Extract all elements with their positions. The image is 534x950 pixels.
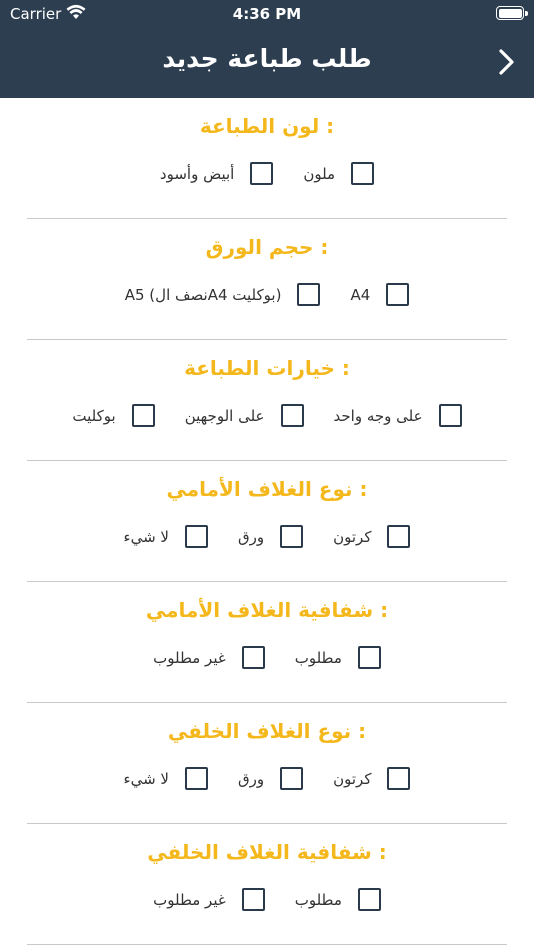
battery-icon	[496, 6, 528, 20]
section-back-cover-type: نوع الغلاف الخلفي : كرتون ورق لا شيء	[27, 703, 507, 824]
checkbox[interactable]	[280, 525, 304, 548]
section-back-cover-transparency: شفافية الغلاف الخلفي : مطلوب غير مطلوب	[27, 824, 507, 945]
option-not-required[interactable]: غير مطلوب	[153, 888, 265, 911]
checkbox[interactable]	[280, 404, 304, 427]
checkbox[interactable]	[387, 767, 411, 790]
option-label: غير مطلوب	[153, 648, 226, 667]
option-required[interactable]: مطلوب	[295, 646, 381, 669]
checkbox[interactable]	[280, 767, 304, 790]
option-label: كرتون	[333, 769, 372, 788]
option-none[interactable]: لا شيء	[124, 767, 208, 790]
option-label: على الوجهين	[184, 406, 265, 425]
section-front-cover-type: نوع الغلاف الأمامي : كرتون ورق لا شيء	[27, 461, 507, 582]
option-single-sided[interactable]: على وجه واحد	[334, 404, 462, 427]
option-a4[interactable]: A4	[350, 283, 410, 306]
section-title: شفافية الغلاف الخلفي :	[147, 840, 387, 864]
section-paper-size: حجم الورق : A4 A5 (نصف الA4 بوكليت)	[27, 219, 507, 340]
option-label: A4	[350, 285, 371, 304]
option-label: غير مطلوب	[153, 890, 226, 909]
section-title: حجم الورق :	[205, 235, 329, 259]
option-label: لا شيء	[123, 769, 169, 788]
status-time: 4:36 PM	[232, 5, 302, 23]
option-booklet[interactable]: بوكليت	[72, 404, 155, 427]
option-paper[interactable]: ورق	[237, 525, 304, 548]
status-bar: Carrier 4:36 PM	[0, 0, 534, 28]
option-label: أبيض وأسود	[159, 164, 235, 183]
section-title: خيارات الطباعة :	[184, 356, 350, 380]
option-double-sided[interactable]: على الوجهين	[185, 404, 304, 427]
option-black-white[interactable]: أبيض وأسود	[159, 162, 274, 185]
option-cardboard[interactable]: كرتون	[333, 525, 411, 548]
option-label: بوكليت	[72, 406, 116, 425]
checkbox[interactable]	[250, 162, 274, 185]
option-label: A5 (نصف الA4 بوكليت)	[124, 285, 282, 304]
checkbox[interactable]	[297, 283, 321, 306]
option-label: ورق	[237, 527, 265, 546]
section-title: نوع الغلاف الأمامي :	[166, 477, 368, 501]
section-print-options: خيارات الطباعة : على وجه واحد على الوجهي…	[27, 340, 507, 461]
checkbox[interactable]	[184, 767, 208, 790]
section-title: نوع الغلاف الخلفي :	[167, 719, 367, 743]
print-request-form: لون الطباعة : ملون أبيض وأسود حجم الورق …	[0, 98, 534, 945]
option-label: على وجه واحد	[333, 406, 423, 425]
option-label: مطلوب	[294, 890, 342, 909]
checkbox[interactable]	[387, 525, 411, 548]
option-label: كرتون	[333, 527, 372, 546]
option-required[interactable]: مطلوب	[295, 888, 381, 911]
checkbox[interactable]	[131, 404, 155, 427]
checkbox[interactable]	[357, 646, 381, 669]
option-none[interactable]: لا شيء	[124, 525, 208, 548]
option-a5[interactable]: A5 (نصف الA4 بوكليت)	[125, 283, 321, 306]
option-label: ورق	[237, 769, 265, 788]
checkbox[interactable]	[241, 888, 265, 911]
option-label: مطلوب	[294, 648, 342, 667]
option-colored[interactable]: ملون	[303, 162, 375, 185]
page-title: طلب طباعة جديد	[162, 44, 372, 73]
checkbox[interactable]	[438, 404, 462, 427]
checkbox[interactable]	[184, 525, 208, 548]
section-print-color: لون الطباعة : ملون أبيض وأسود	[27, 98, 507, 219]
option-paper[interactable]: ورق	[237, 767, 304, 790]
option-label: لا شيء	[123, 527, 169, 546]
option-label: ملون	[303, 164, 336, 183]
checkbox[interactable]	[386, 283, 410, 306]
navigation-bar: Carrier 4:36 PM طلب طباعة جديد	[0, 0, 534, 98]
checkbox[interactable]	[351, 162, 375, 185]
section-title: شفافية الغلاف الأمامي :	[145, 598, 389, 622]
checkbox[interactable]	[241, 646, 265, 669]
section-title: لون الطباعة :	[199, 114, 335, 138]
section-front-cover-transparency: شفافية الغلاف الأمامي : مطلوب غير مطلوب	[27, 582, 507, 703]
chevron-right-icon[interactable]	[494, 48, 518, 76]
option-cardboard[interactable]: كرتون	[333, 767, 411, 790]
option-not-required[interactable]: غير مطلوب	[153, 646, 265, 669]
checkbox[interactable]	[357, 888, 381, 911]
